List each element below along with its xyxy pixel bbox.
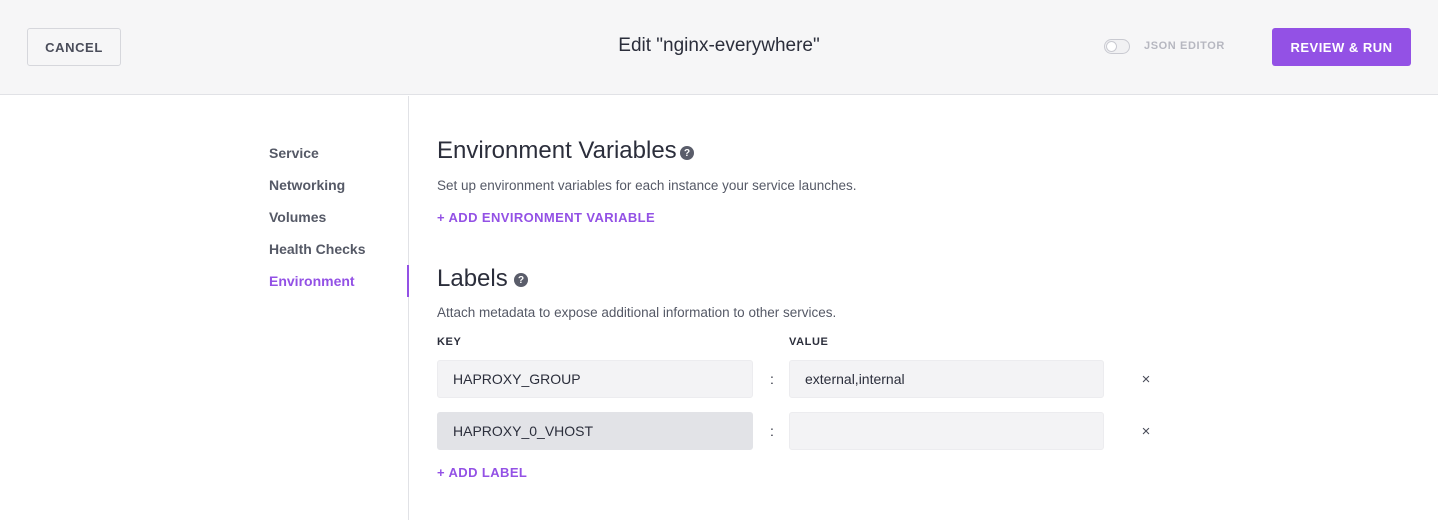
key-column-header: KEY <box>437 336 462 348</box>
sidebar-divider <box>408 96 409 520</box>
labels-description: Attach metadata to expose additional inf… <box>437 305 837 320</box>
sidebar-item-health-checks[interactable]: Health Checks <box>269 241 365 257</box>
env-description: Set up environment variables for each in… <box>437 178 857 193</box>
sidebar-item-networking[interactable]: Networking <box>269 177 345 193</box>
label-key-input[interactable]: HAPROXY_GROUP <box>437 360 753 398</box>
label-value-input[interactable]: external,internal <box>789 360 1104 398</box>
sidebar-item-volumes[interactable]: Volumes <box>269 209 326 225</box>
help-circle-icon[interactable]: ? <box>680 146 694 160</box>
key-value-separator: : <box>770 371 774 387</box>
label-value-input[interactable] <box>789 412 1104 450</box>
add-environment-variable-button[interactable]: + ADD ENVIRONMENT VARIABLE <box>437 210 655 225</box>
review-and-run-button[interactable]: REVIEW & RUN <box>1272 28 1411 66</box>
sidebar-nav <box>0 96 409 520</box>
active-indicator <box>407 265 409 297</box>
add-label-button[interactable]: + ADD LABEL <box>437 465 527 480</box>
labels-section-title: Labels <box>437 265 508 292</box>
json-editor-toggle[interactable] <box>1104 39 1130 54</box>
toggle-knob <box>1106 41 1117 52</box>
key-value-separator: : <box>770 423 774 439</box>
sidebar-item-environment[interactable]: Environment <box>269 273 355 289</box>
value-column-header: VALUE <box>789 336 829 348</box>
page-header: CANCEL Edit "nginx-everywhere" JSON EDIT… <box>0 0 1438 95</box>
close-icon[interactable]: × <box>1139 371 1153 388</box>
json-editor-label[interactable]: JSON EDITOR <box>1144 40 1225 52</box>
close-icon[interactable]: × <box>1139 423 1153 440</box>
sidebar-item-service[interactable]: Service <box>269 145 319 161</box>
env-section-title: Environment Variables <box>437 137 677 164</box>
help-circle-icon[interactable]: ? <box>514 273 528 287</box>
label-key-input[interactable]: HAPROXY_0_VHOST <box>437 412 753 450</box>
cancel-button[interactable]: CANCEL <box>27 28 121 66</box>
